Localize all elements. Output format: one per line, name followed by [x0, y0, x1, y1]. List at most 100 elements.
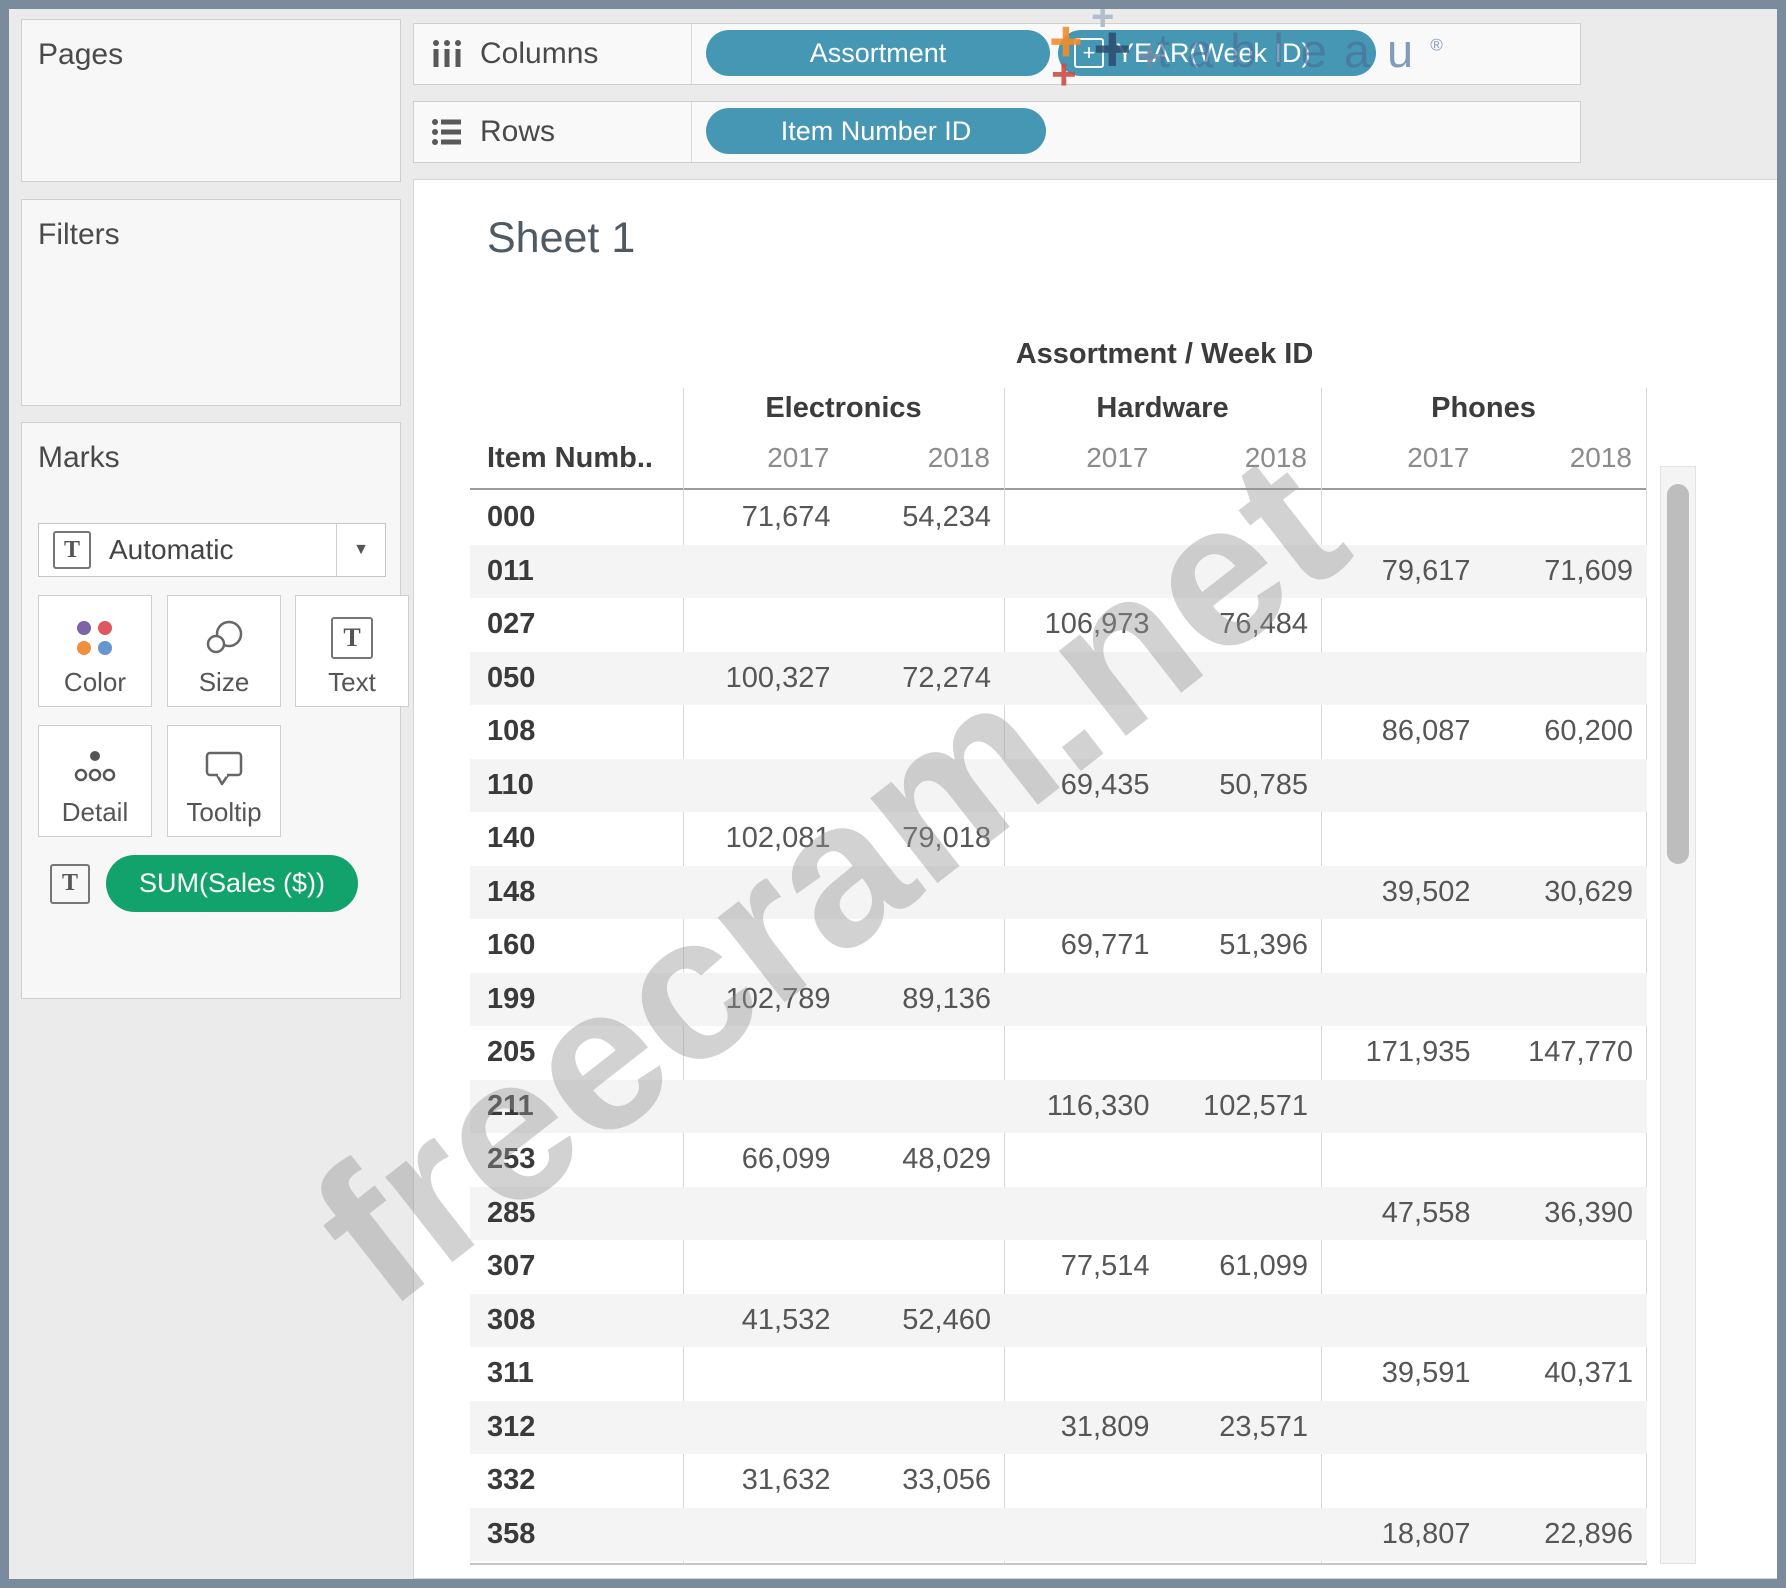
group-header-hardware[interactable]: Hardware	[1004, 392, 1321, 425]
value-cell[interactable]	[844, 545, 1005, 599]
value-cell[interactable]	[1163, 812, 1322, 866]
row-header[interactable]: 140	[470, 812, 683, 866]
filters-shelf[interactable]: Filters	[21, 199, 401, 406]
value-cell[interactable]	[1484, 652, 1647, 706]
value-cell[interactable]: 52,460	[844, 1294, 1005, 1348]
value-cell[interactable]	[1321, 1401, 1484, 1455]
row-header[interactable]: 332	[470, 1454, 683, 1508]
value-cell[interactable]	[1004, 705, 1163, 759]
assortment-pill[interactable]: Assortment	[706, 30, 1050, 76]
pages-shelf[interactable]: Pages	[21, 19, 401, 182]
value-cell[interactable]: 71,609	[1484, 545, 1647, 599]
value-cell[interactable]	[1484, 759, 1647, 813]
value-cell[interactable]	[1321, 973, 1484, 1027]
value-cell[interactable]: 54,234	[844, 491, 1005, 545]
row-header[interactable]: 211	[470, 1080, 683, 1134]
chevron-down-icon[interactable]: ▼	[336, 524, 385, 576]
value-cell[interactable]	[1484, 812, 1647, 866]
value-cell[interactable]	[1163, 491, 1322, 545]
value-cell[interactable]	[1004, 491, 1163, 545]
value-cell[interactable]	[1004, 973, 1163, 1027]
value-cell[interactable]	[844, 598, 1005, 652]
group-header-electronics[interactable]: Electronics	[683, 392, 1004, 425]
value-cell[interactable]: 66,099	[683, 1133, 844, 1187]
value-cell[interactable]: 102,081	[683, 812, 844, 866]
row-header[interactable]: 205	[470, 1026, 683, 1080]
value-cell[interactable]: 77,514	[1004, 1240, 1163, 1294]
value-cell[interactable]: 48,029	[844, 1133, 1005, 1187]
value-cell[interactable]: 31,632	[683, 1454, 844, 1508]
value-cell[interactable]	[683, 1187, 844, 1241]
value-cell[interactable]	[1321, 1080, 1484, 1134]
year-weekid-pill[interactable]: + YEAR(Week ID)	[1058, 30, 1376, 76]
value-cell[interactable]	[1321, 1240, 1484, 1294]
value-cell[interactable]	[1163, 1508, 1322, 1562]
value-cell[interactable]	[1321, 812, 1484, 866]
size-button[interactable]: Size	[167, 595, 281, 707]
row-header[interactable]: 199	[470, 973, 683, 1027]
value-cell[interactable]	[683, 1026, 844, 1080]
expand-plus-icon[interactable]: +	[1074, 38, 1104, 68]
row-header[interactable]: 050	[470, 652, 683, 706]
value-cell[interactable]	[1321, 1294, 1484, 1348]
value-cell[interactable]	[683, 759, 844, 813]
value-cell[interactable]: 36,390	[1484, 1187, 1647, 1241]
value-cell[interactable]	[1484, 1401, 1647, 1455]
year-header[interactable]: 2017	[1004, 442, 1163, 474]
value-cell[interactable]	[1321, 1454, 1484, 1508]
year-header[interactable]: 2018	[1163, 442, 1322, 474]
value-cell[interactable]: 76,484	[1163, 598, 1322, 652]
value-cell[interactable]	[844, 1508, 1005, 1562]
color-button[interactable]: Color	[38, 595, 152, 707]
scrollbar-thumb[interactable]	[1667, 484, 1689, 864]
item-number-id-pill[interactable]: Item Number ID	[706, 108, 1046, 154]
value-cell[interactable]	[844, 1187, 1005, 1241]
value-cell[interactable]	[683, 1080, 844, 1134]
value-cell[interactable]	[1004, 1508, 1163, 1562]
mark-type-dropdown[interactable]: T Automatic ▼	[38, 523, 386, 577]
value-cell[interactable]	[1321, 652, 1484, 706]
value-cell[interactable]	[1321, 491, 1484, 545]
value-cell[interactable]	[1484, 1240, 1647, 1294]
value-cell[interactable]	[1484, 1080, 1647, 1134]
value-cell[interactable]	[683, 1240, 844, 1294]
row-field-header[interactable]: Item Numb..	[487, 442, 653, 475]
value-cell[interactable]	[683, 705, 844, 759]
value-cell[interactable]	[1321, 919, 1484, 973]
value-cell[interactable]	[1163, 1347, 1322, 1401]
value-cell[interactable]	[1163, 545, 1322, 599]
row-header[interactable]: 358	[470, 1508, 683, 1562]
value-cell[interactable]	[1163, 1133, 1322, 1187]
value-cell[interactable]	[683, 1401, 844, 1455]
value-cell[interactable]: 61,099	[1163, 1240, 1322, 1294]
text-button[interactable]: T Text	[295, 595, 409, 707]
value-cell[interactable]: 18,807	[1321, 1508, 1484, 1562]
value-cell[interactable]: 71,674	[683, 491, 844, 545]
row-header[interactable]: 027	[470, 598, 683, 652]
value-cell[interactable]	[844, 759, 1005, 813]
value-cell[interactable]: 39,502	[1321, 866, 1484, 920]
value-cell[interactable]	[683, 1508, 844, 1562]
value-cell[interactable]	[1004, 1133, 1163, 1187]
value-cell[interactable]: 86,087	[1321, 705, 1484, 759]
value-cell[interactable]	[1163, 1187, 1322, 1241]
value-cell[interactable]: 60,200	[1484, 705, 1647, 759]
year-header[interactable]: 2017	[1321, 442, 1484, 474]
value-cell[interactable]: 50,785	[1163, 759, 1322, 813]
value-cell[interactable]	[1004, 1347, 1163, 1401]
value-cell[interactable]	[683, 1347, 844, 1401]
value-cell[interactable]	[1004, 545, 1163, 599]
value-cell[interactable]: 30,629	[1484, 866, 1647, 920]
value-cell[interactable]: 116,330	[1004, 1080, 1163, 1134]
row-header[interactable]: 308	[470, 1294, 683, 1348]
value-cell[interactable]	[1163, 705, 1322, 759]
value-cell[interactable]: 69,771	[1004, 919, 1163, 973]
value-cell[interactable]	[1484, 1294, 1647, 1348]
value-cell[interactable]	[844, 1080, 1005, 1134]
tooltip-button[interactable]: Tooltip	[167, 725, 281, 837]
value-cell[interactable]	[1004, 1187, 1163, 1241]
value-cell[interactable]: 89,136	[844, 973, 1005, 1027]
value-cell[interactable]: 171,935	[1321, 1026, 1484, 1080]
value-cell[interactable]: 22,896	[1484, 1508, 1647, 1562]
row-header[interactable]: 312	[470, 1401, 683, 1455]
